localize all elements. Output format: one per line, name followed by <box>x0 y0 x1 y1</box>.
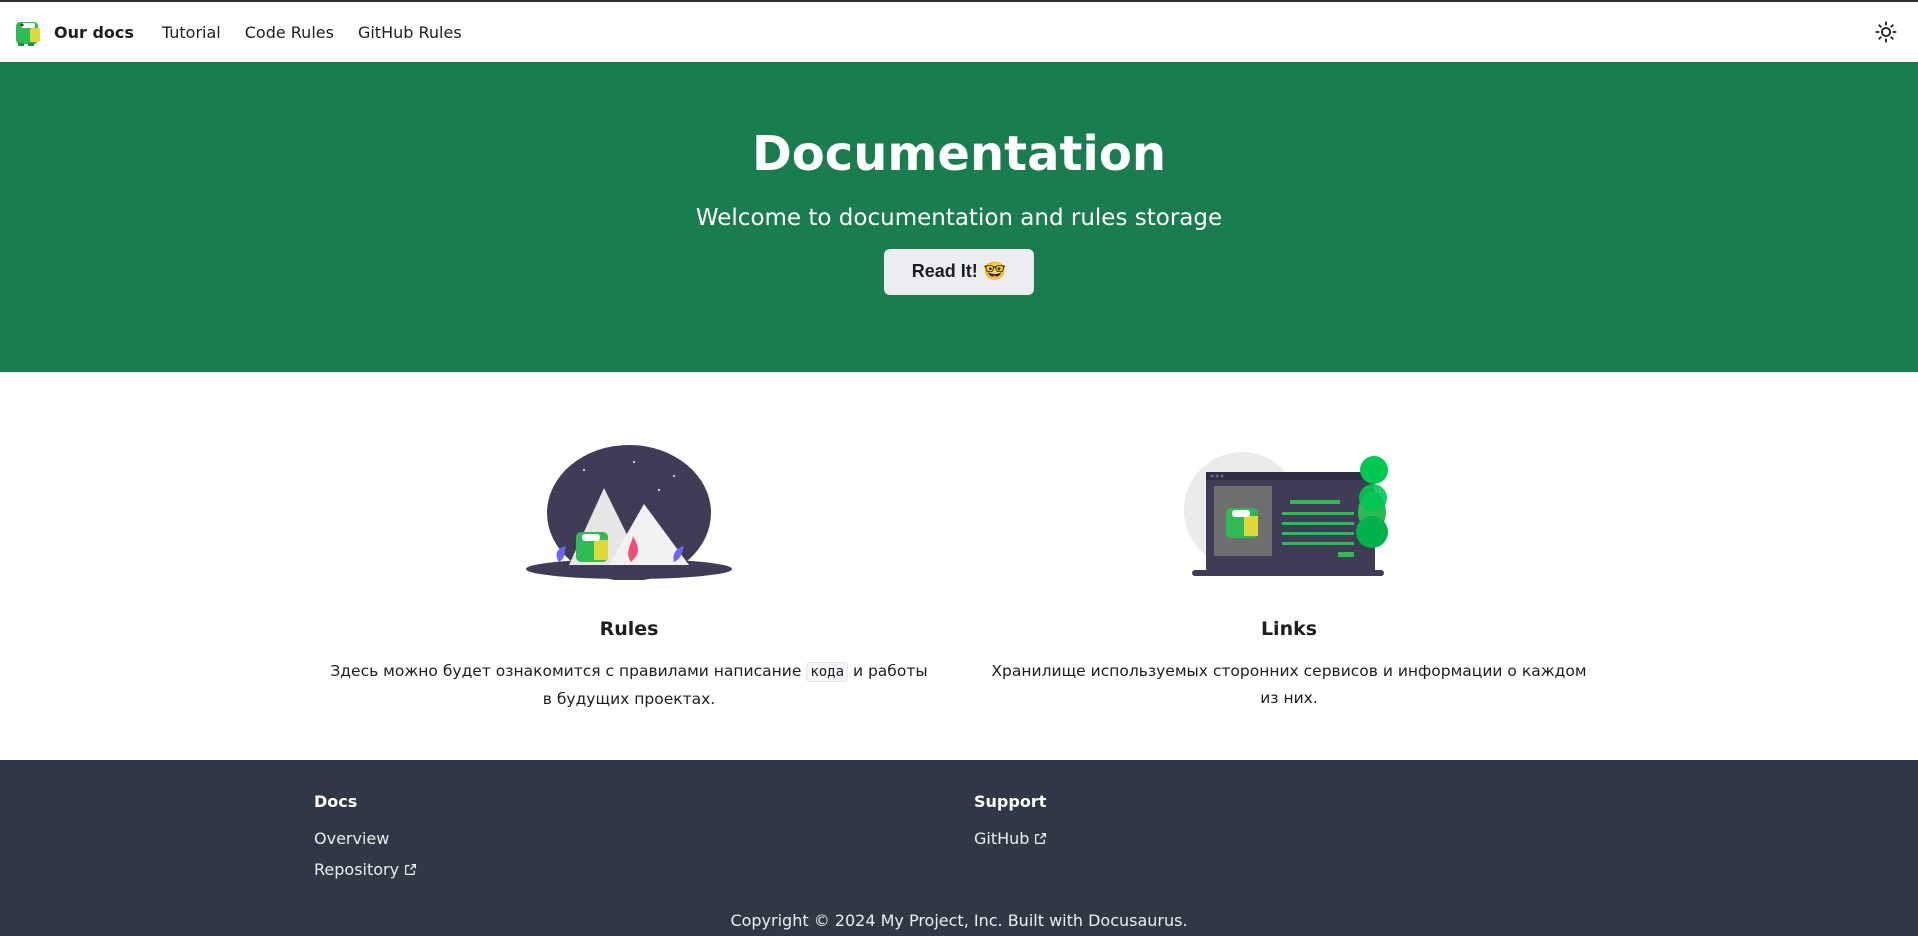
nav-link-tutorial[interactable]: Tutorial <box>162 23 221 42</box>
footer-link-repository[interactable]: Repository <box>314 860 974 879</box>
features-section: Rules Здесь можно будет ознакомится с пр… <box>0 372 1918 760</box>
feature-links-title: Links <box>1260 618 1318 640</box>
feature-rules-title: Rules <box>599 618 659 640</box>
footer-link-label: GitHub <box>974 829 1030 848</box>
brand-link[interactable]: Our docs <box>14 16 134 48</box>
hero-subtitle: Welcome to documentation and rules stora… <box>695 204 1223 231</box>
feature-rules: Rules Здесь можно будет ознакомится с пр… <box>299 440 959 760</box>
inline-code: кода <box>806 662 849 682</box>
footer-column-title: Docs <box>314 792 358 811</box>
external-link-icon <box>1035 832 1047 845</box>
navbar: Our docs Tutorial Code Rules GitHub Rule… <box>0 2 1918 62</box>
footer-column-title: Support <box>974 792 1047 811</box>
laptop-tree-illustration-icon <box>1184 452 1388 576</box>
hero-title: Documentation <box>751 126 1167 182</box>
hero-banner: Documentation Welcome to documentation a… <box>0 62 1918 372</box>
mountain-illustration-icon <box>526 445 732 580</box>
footer: Docs Overview Repository Support GitHub … <box>0 760 1918 936</box>
read-it-button[interactable]: Read It! 🤓 <box>883 248 1035 295</box>
feature-rules-text-before: Здесь можно будет ознакомится с правилам… <box>330 662 807 680</box>
external-link-icon <box>405 863 417 876</box>
nav-link-github-rules[interactable]: GitHub Rules <box>358 23 462 42</box>
footer-link-overview[interactable]: Overview <box>314 829 974 848</box>
footer-column-docs: Docs Overview Repository <box>314 792 974 891</box>
footer-column-support: Support GitHub <box>974 792 1634 891</box>
sun-icon <box>1875 21 1897 43</box>
read-it-label: Read It! <box>911 261 978 282</box>
feature-links: Links Хранилище используемых сторонних с… <box>959 440 1619 760</box>
footer-link-label: Overview <box>314 829 390 848</box>
footer-link-label: Repository <box>314 860 400 879</box>
footer-link-github[interactable]: GitHub <box>974 829 1634 848</box>
copyright-text: Copyright © 2024 My Project, Inc. Built … <box>730 911 1188 930</box>
nav-link-code-rules[interactable]: Code Rules <box>245 23 334 42</box>
nerd-face-emoji: 🤓 <box>983 261 1007 282</box>
dinosaur-logo-icon <box>16 22 40 46</box>
theme-toggle-button[interactable] <box>1868 14 1904 50</box>
feature-links-description: Хранилище используемых сторонних сервисо… <box>991 662 1587 707</box>
feature-rules-description: Здесь можно будет ознакомится с правилам… <box>329 658 929 713</box>
brand-title: Our docs <box>54 22 134 42</box>
